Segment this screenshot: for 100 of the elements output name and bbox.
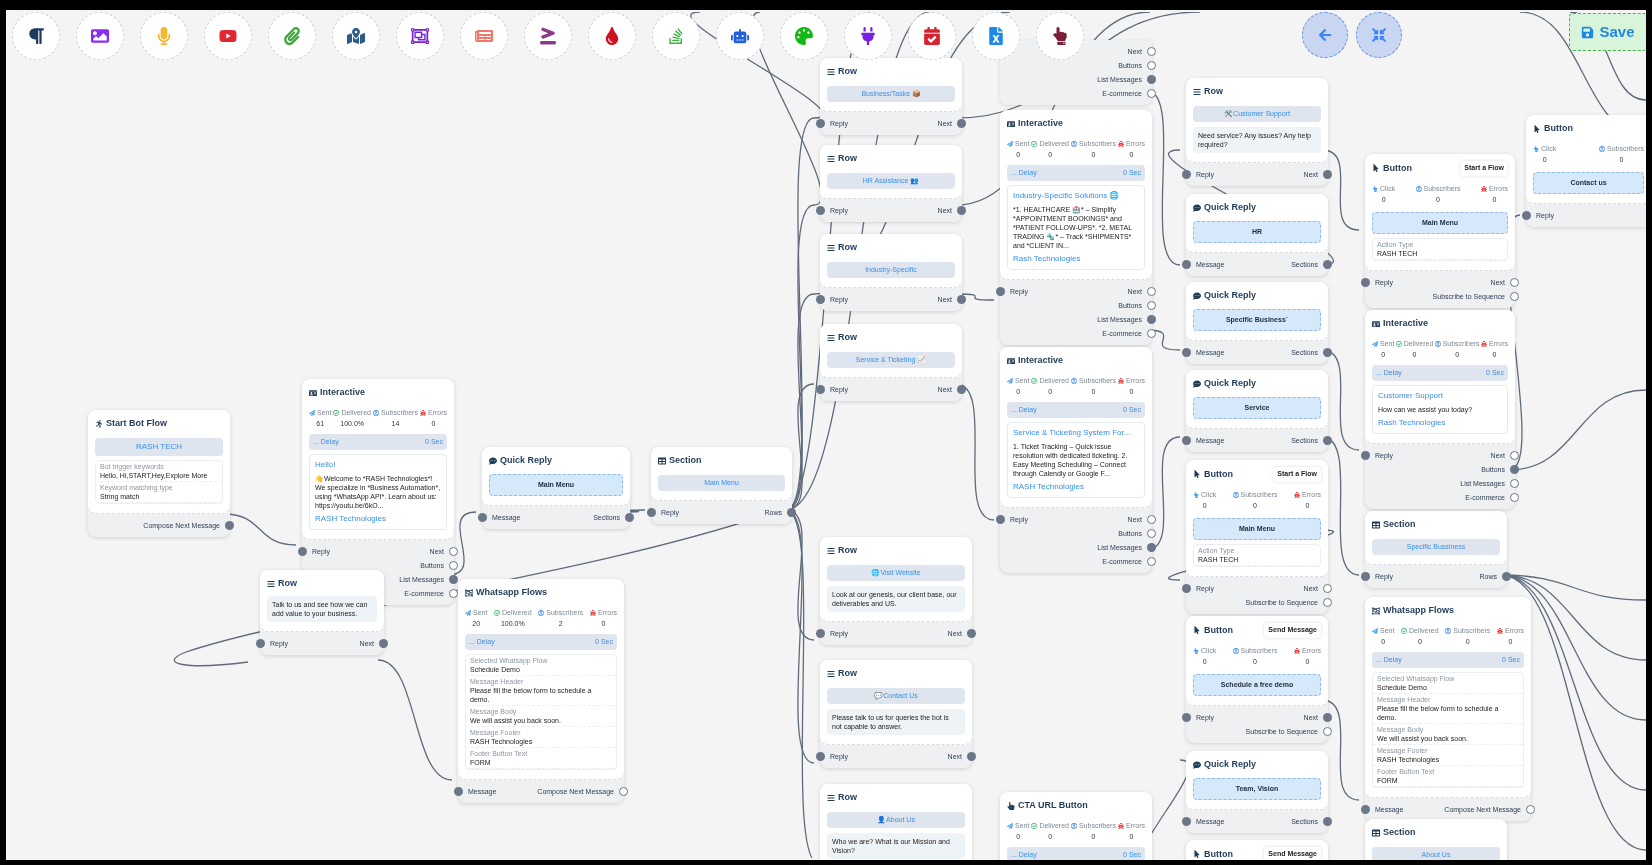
connector-handle[interactable]: [1147, 89, 1156, 98]
paper-plane-icon: [309, 409, 315, 416]
connector-handle[interactable]: [1510, 292, 1519, 301]
connector-handle[interactable]: [1323, 817, 1332, 826]
list-lines-icon: [827, 154, 835, 163]
tool-button[interactable]: [908, 12, 956, 60]
connector-handle[interactable]: [1502, 572, 1511, 581]
connector-handle[interactable]: [816, 206, 825, 215]
connector-handle[interactable]: [1510, 465, 1519, 474]
connector-handle[interactable]: [1361, 572, 1370, 581]
connector-handle[interactable]: [256, 638, 265, 648]
message-link[interactable]: RASH Technologies: [1013, 481, 1139, 493]
connector-handle[interactable]: [1526, 805, 1535, 814]
connector-handle[interactable]: [996, 515, 1005, 524]
connector-handle[interactable]: [478, 513, 487, 522]
connector-handle[interactable]: [1147, 287, 1156, 296]
connector-handle[interactable]: [1182, 170, 1191, 179]
connector-handle[interactable]: [967, 752, 976, 761]
message-title: Customer Support: [1378, 390, 1444, 402]
connector-handle[interactable]: [996, 287, 1005, 296]
table-icon: [658, 456, 666, 465]
node-title: Interactive: [1018, 117, 1064, 130]
fit-view-button[interactable]: [1356, 12, 1402, 58]
connector-handle[interactable]: [957, 119, 966, 128]
plug-icon: [859, 27, 877, 45]
tool-button[interactable]: [12, 12, 60, 60]
connector-handle[interactable]: [1147, 47, 1156, 56]
pointer-icon: [1372, 164, 1380, 173]
connector-handle[interactable]: [379, 638, 388, 648]
message-link[interactable]: RASH Technologies: [315, 513, 441, 525]
connector-handle[interactable]: [816, 752, 825, 761]
connector-handle[interactable]: [1323, 727, 1332, 736]
connector-handle[interactable]: [1361, 451, 1370, 460]
paper-plane-icon: [1007, 377, 1013, 384]
connector-handle[interactable]: [1147, 315, 1156, 324]
connector-handle[interactable]: [957, 206, 966, 215]
connector-handle[interactable]: [1182, 436, 1191, 445]
back-button[interactable]: [1302, 12, 1348, 58]
node-title: Section: [1383, 518, 1416, 531]
connector-handle[interactable]: [449, 547, 458, 556]
connector-handle[interactable]: [1147, 329, 1156, 338]
message-link[interactable]: Rash Technologies: [1378, 417, 1502, 429]
tool-button[interactable]: [588, 12, 636, 60]
connector-handle[interactable]: [816, 629, 825, 638]
connector-handle[interactable]: [1147, 557, 1156, 566]
connector-handle[interactable]: [449, 575, 458, 584]
tool-button[interactable]: [76, 12, 124, 60]
connector-handle[interactable]: [449, 561, 458, 570]
connector-handle[interactable]: [454, 787, 463, 796]
connector-handle[interactable]: [816, 385, 825, 394]
connector-handle[interactable]: [816, 295, 825, 304]
connector-handle[interactable]: [816, 119, 825, 128]
arrow-left-icon: [1318, 28, 1332, 42]
list-lines-icon: [827, 67, 835, 76]
tool-button[interactable]: [332, 12, 380, 60]
tool-button[interactable]: [844, 12, 892, 60]
message-title: Hello!: [315, 459, 337, 471]
tool-button[interactable]: [524, 12, 572, 60]
connector-handle[interactable]: [619, 787, 628, 796]
connector-handle[interactable]: [1147, 61, 1156, 70]
connector-handle[interactable]: [1323, 436, 1332, 445]
connector-handle[interactable]: [1182, 817, 1191, 826]
message-link[interactable]: Rash Technologies: [1013, 253, 1139, 265]
connector-handle[interactable]: [625, 513, 634, 522]
connector-handle[interactable]: [1361, 805, 1370, 814]
connector-handle[interactable]: [1323, 584, 1332, 593]
connector-handle[interactable]: [1147, 75, 1156, 84]
calendar-icon: [923, 27, 941, 45]
connector-handle[interactable]: [1323, 170, 1332, 179]
connector-handle[interactable]: [1147, 543, 1156, 552]
connector-handle[interactable]: [1147, 515, 1156, 524]
tool-button[interactable]: [1036, 12, 1084, 60]
connector-handle[interactable]: [1323, 348, 1332, 357]
connector-handle[interactable]: [957, 295, 966, 304]
connector-handle[interactable]: [1361, 278, 1370, 287]
connector-handle[interactable]: [1182, 713, 1191, 722]
node-title: Row: [838, 791, 857, 804]
connector-handle[interactable]: [1182, 260, 1191, 269]
connector-handle[interactable]: [1147, 301, 1156, 310]
connector-handle[interactable]: [1323, 713, 1332, 722]
connector-handle[interactable]: [1510, 451, 1519, 460]
connector-handle[interactable]: [1510, 278, 1519, 287]
connector-handle[interactable]: [1182, 348, 1191, 357]
connector-handle[interactable]: [1510, 493, 1519, 502]
connector-handle[interactable]: [1182, 584, 1191, 593]
connector-handle[interactable]: [1147, 529, 1156, 538]
tool-button[interactable]: [396, 12, 444, 60]
connector-handle[interactable]: [298, 547, 307, 556]
connector-handle[interactable]: [225, 520, 234, 530]
connector-handle[interactable]: [1323, 598, 1332, 607]
connector-handle[interactable]: [957, 385, 966, 394]
connector-handle[interactable]: [787, 508, 796, 517]
connector-handle[interactable]: [1522, 211, 1531, 220]
connector-handle[interactable]: [647, 508, 656, 517]
speech-bubble-icon: [1193, 203, 1201, 212]
tool-button[interactable]: [716, 12, 764, 60]
connector-handle[interactable]: [1323, 260, 1332, 269]
node-title: Whatsapp Flows: [1383, 604, 1454, 617]
connector-handle[interactable]: [967, 629, 976, 638]
connector-handle[interactable]: [1510, 479, 1519, 488]
